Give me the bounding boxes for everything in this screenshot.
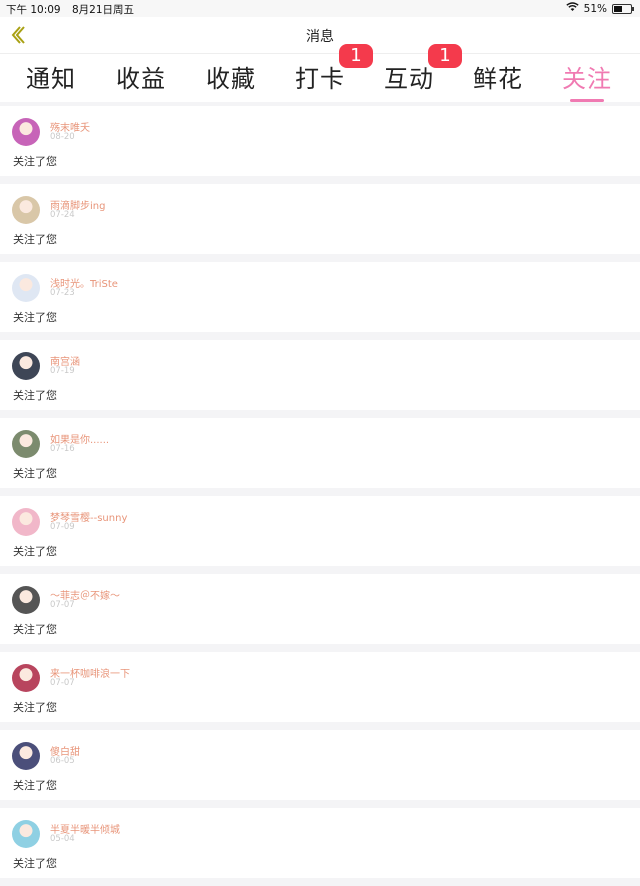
notification-date: 07-07 <box>50 600 75 610</box>
notification-date: 07-16 <box>50 444 75 454</box>
notification-text: 关注了您 <box>13 779 57 792</box>
status-bar: 下午 10:09 8月21日周五 51% <box>0 0 640 17</box>
tab-bar: 通知 收益 收藏 打卡 1 互动 1 鲜花 关注 <box>0 44 640 102</box>
avatar[interactable] <box>12 196 40 224</box>
notification-text: 关注了您 <box>13 857 57 870</box>
notification-date: 06-05 <box>50 756 75 766</box>
avatar[interactable] <box>12 430 40 458</box>
notification-text: 关注了您 <box>13 311 57 324</box>
battery-icon <box>612 3 634 14</box>
avatar[interactable] <box>12 586 40 614</box>
status-date: 8月21日周五 <box>71 4 134 16</box>
active-tab-indicator <box>570 99 604 102</box>
tab-1[interactable]: 收益 <box>116 59 166 94</box>
tab-label: 打卡 <box>295 65 345 93</box>
notification-date: 07-24 <box>50 210 75 220</box>
notification-text: 关注了您 <box>13 623 57 636</box>
list-item[interactable]: 半夏半暖半倾城 05-04 关注了您 <box>0 808 640 878</box>
avatar[interactable] <box>12 820 40 848</box>
notification-date: 07-09 <box>50 522 75 532</box>
tab-6[interactable]: 关注 <box>562 59 612 102</box>
tab-5[interactable]: 鲜花 <box>473 59 523 94</box>
tab-label: 鲜花 <box>473 65 523 93</box>
tab-0[interactable]: 通知 <box>26 59 76 94</box>
wifi-icon <box>566 2 579 15</box>
notification-text: 关注了您 <box>13 233 57 246</box>
page-title: 消息 <box>306 29 334 45</box>
avatar[interactable] <box>12 118 40 146</box>
notification-text: 关注了您 <box>13 701 57 714</box>
list-item[interactable]: 梦琴雪樱--sunny 07-09 关注了您 <box>0 496 640 566</box>
list-item[interactable]: ～菲志＠不嫁～ 07-07 关注了您 <box>0 574 640 644</box>
status-time: 下午 10:09 <box>6 4 61 16</box>
nav-bar: 消息 <box>0 17 640 54</box>
notification-text: 关注了您 <box>13 389 57 402</box>
tab-badge: 1 <box>339 44 373 68</box>
avatar[interactable] <box>12 352 40 380</box>
tab-label: 通知 <box>26 65 76 93</box>
tab-3[interactable]: 打卡 <box>295 59 345 94</box>
list-item[interactable]: 雨滴脚步ing 07-24 关注了您 <box>0 184 640 254</box>
avatar[interactable] <box>12 664 40 692</box>
notification-date: 07-07 <box>50 678 75 688</box>
avatar[interactable] <box>12 274 40 302</box>
list-item[interactable]: 来一杯咖啡浪一下 07-07 关注了您 <box>0 652 640 722</box>
list-item[interactable]: 浅时光。TriSte 07-23 关注了您 <box>0 262 640 332</box>
list-item[interactable]: 如果是你...... 07-16 关注了您 <box>0 418 640 488</box>
battery-percent: 51% <box>583 2 607 15</box>
avatar[interactable] <box>12 742 40 770</box>
list-item[interactable]: 殇末唯夭 08-20 关注了您 <box>0 106 640 176</box>
notification-list: 殇末唯夭 08-20 关注了您 雨滴脚步ing 07-24 关注了您 浅时光。TriSte 0… <box>0 106 640 886</box>
list-item[interactable]: 傻白甜 06-05 关注了您 <box>0 730 640 800</box>
tab-label: 关注 <box>562 65 612 93</box>
tab-label: 收藏 <box>206 65 256 93</box>
notification-date: 07-19 <box>50 366 75 376</box>
tab-4[interactable]: 互动 <box>384 59 434 94</box>
avatar[interactable] <box>12 508 40 536</box>
list-item[interactable]: 南宫涵 07-19 关注了您 <box>0 340 640 410</box>
notification-date: 08-20 <box>50 132 75 142</box>
tab-badge: 1 <box>428 44 462 68</box>
notification-text: 关注了您 <box>13 545 57 558</box>
notification-text: 关注了您 <box>13 467 57 480</box>
tab-2[interactable]: 收藏 <box>206 59 256 94</box>
notification-date: 07-23 <box>50 288 75 298</box>
notification-text: 关注了您 <box>13 155 57 168</box>
tab-label: 互动 <box>384 65 434 93</box>
tab-label: 收益 <box>116 65 166 93</box>
notification-date: 05-04 <box>50 834 75 844</box>
